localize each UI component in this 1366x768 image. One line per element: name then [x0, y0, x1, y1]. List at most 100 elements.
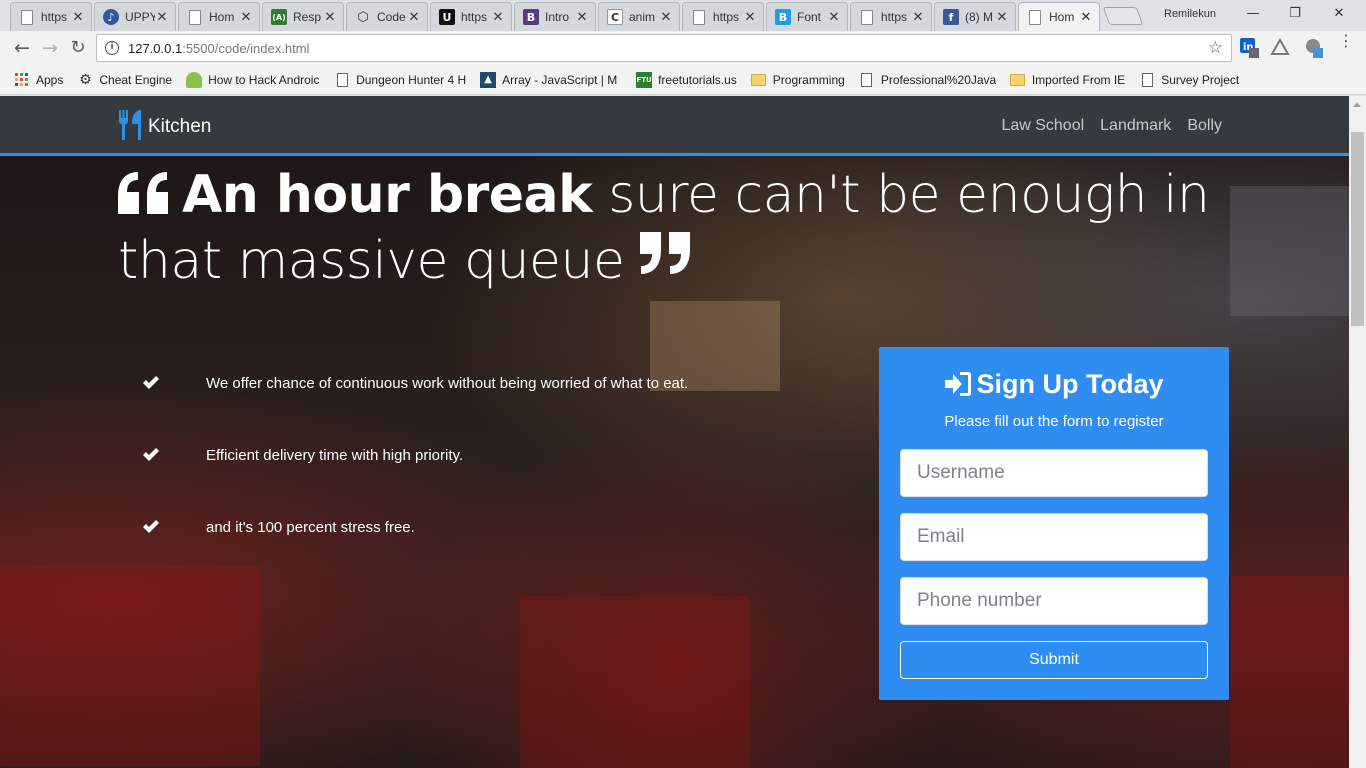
- bookmark-item[interactable]: Dungeon Hunter 4 H: [334, 69, 466, 91]
- hero-headline: An hour break sure can't be enough in th…: [118, 162, 1238, 294]
- bookmark-item[interactable]: Professional%20Java: [859, 69, 996, 91]
- tab[interactable]: ⬡ Code ✕: [346, 2, 428, 31]
- reload-button[interactable]: ↻: [66, 36, 90, 60]
- drive-extension-icon[interactable]: [1270, 37, 1290, 58]
- bookmark-folder[interactable]: Programming: [751, 69, 845, 91]
- tab[interactable]: Hom ✕: [178, 2, 260, 31]
- window-close-button[interactable]: ✕: [1324, 4, 1354, 24]
- page-icon: [334, 72, 350, 88]
- nav-link-law-school[interactable]: Law School: [1001, 117, 1084, 135]
- close-icon[interactable]: ✕: [323, 10, 337, 25]
- close-icon[interactable]: ✕: [575, 10, 589, 25]
- tab-title: UPPY: [125, 10, 155, 24]
- bookmark-label: How to Hack Androic: [208, 72, 320, 87]
- cheat-engine-icon: ⚙: [79, 71, 92, 88]
- close-icon[interactable]: ✕: [659, 10, 673, 25]
- back-button[interactable]: ←: [10, 36, 34, 60]
- nav-link-landmark[interactable]: Landmark: [1100, 117, 1171, 135]
- site-navbar: Kitchen Law School Landmark Bolly: [0, 96, 1349, 156]
- browser-toolbar: ← → ↻ i 127.0.0.1:5500/code/index.html ☆…: [0, 31, 1366, 65]
- tab-title: Intro: [545, 10, 570, 24]
- url-text[interactable]: 127.0.0.1:5500/code/index.html: [128, 41, 309, 56]
- profile-name[interactable]: Remilekun: [1164, 8, 1216, 20]
- scroll-up-arrow[interactable]: [1353, 102, 1361, 107]
- page-viewport: Kitchen Law School Landmark Bolly An hou…: [0, 96, 1349, 768]
- facebook-icon: f: [943, 9, 959, 25]
- close-icon[interactable]: ✕: [491, 10, 505, 25]
- bookmark-item[interactable]: Survey Project: [1139, 69, 1239, 91]
- bookmark-star-icon[interactable]: ☆: [1208, 38, 1223, 58]
- new-tab-button[interactable]: [1102, 7, 1144, 25]
- tab[interactable]: https ✕: [10, 2, 92, 31]
- bookmark-folder[interactable]: Imported From IE: [1010, 69, 1125, 91]
- tab[interactable]: U https ✕: [430, 2, 512, 31]
- quote-right-icon: [640, 232, 691, 274]
- close-icon[interactable]: ✕: [1079, 10, 1093, 25]
- close-icon[interactable]: ✕: [911, 10, 925, 25]
- close-icon[interactable]: ✕: [239, 10, 253, 25]
- close-icon[interactable]: ✕: [407, 10, 421, 25]
- restore-button[interactable]: ❐: [1280, 4, 1310, 24]
- brand[interactable]: Kitchen: [118, 110, 211, 140]
- feature-text: and it's 100 percent stress free.: [206, 518, 415, 536]
- tab-title: Hom: [209, 10, 235, 24]
- bookmark-label: Array - JavaScript | M: [502, 72, 618, 87]
- minimize-button[interactable]: —: [1238, 4, 1268, 24]
- check-icon: [143, 520, 159, 533]
- scroll-thumb[interactable]: [1351, 132, 1364, 326]
- nav-links: Law School Landmark Bolly: [985, 117, 1222, 135]
- bookmark-label: Survey Project: [1161, 72, 1240, 87]
- bookmark-label: Professional%20Java: [880, 72, 996, 87]
- tab[interactable]: ♪ UPPY ✕: [94, 2, 176, 31]
- close-icon[interactable]: ✕: [155, 10, 169, 25]
- page-icon: [1027, 9, 1043, 25]
- tab[interactable]: https ✕: [850, 2, 932, 31]
- url-host: 127.0.0.1: [128, 40, 183, 56]
- close-icon[interactable]: ✕: [995, 10, 1009, 25]
- bookmark-label: Apps: [36, 72, 64, 87]
- close-icon[interactable]: ✕: [827, 10, 841, 25]
- utensils-icon: [119, 110, 141, 140]
- close-icon[interactable]: ✕: [743, 10, 757, 25]
- android-head-icon: [186, 71, 203, 88]
- info-icon[interactable]: i: [105, 41, 119, 55]
- phone-input[interactable]: [900, 577, 1208, 625]
- b-icon: B: [775, 9, 791, 25]
- close-icon[interactable]: ✕: [71, 10, 85, 25]
- tab[interactable]: (A) Resp ✕: [262, 2, 344, 31]
- bookmark-item[interactable]: FTU freetutorials.us: [636, 69, 737, 91]
- extension-icon[interactable]: [1304, 38, 1324, 58]
- bookmark-item[interactable]: How to Hack Androic: [186, 69, 320, 91]
- feature-text: We offer chance of continuous work witho…: [206, 374, 689, 392]
- bookmarks-bar: Apps ⚙ Cheat Engine How to Hack Androic …: [0, 65, 1366, 95]
- page-scrollbar[interactable]: [1349, 96, 1366, 768]
- tab[interactable]: B Intro ✕: [514, 2, 596, 31]
- folder-icon: [1010, 72, 1026, 88]
- bookmark-item[interactable]: ▲ Array - JavaScript | M: [480, 69, 622, 91]
- linkedin-extension-icon[interactable]: in: [1240, 38, 1260, 58]
- tab-active[interactable]: Hom ✕: [1018, 2, 1100, 31]
- tab[interactable]: f (8) M ✕: [934, 2, 1016, 31]
- url-path: :5500/code/index.html: [182, 40, 310, 56]
- bookmark-label: Imported From IE: [1031, 72, 1126, 87]
- nav-link-bolly[interactable]: Bolly: [1187, 117, 1222, 135]
- quote-left-icon: [118, 172, 168, 214]
- c-icon: C: [607, 9, 623, 25]
- tab[interactable]: C anim ✕: [598, 2, 680, 31]
- menu-icon[interactable]: ⋮: [1338, 33, 1354, 49]
- bookmark-apps[interactable]: Apps: [14, 69, 63, 91]
- tab-title: anim: [629, 10, 656, 24]
- submit-button[interactable]: Submit: [900, 641, 1208, 679]
- page-icon: [187, 9, 203, 25]
- tab[interactable]: https ✕: [682, 2, 764, 31]
- page-icon: [859, 9, 875, 25]
- ftu-icon: FTU: [636, 71, 653, 88]
- tab[interactable]: B Font ✕: [766, 2, 848, 31]
- email-input[interactable]: [900, 513, 1208, 561]
- feature-item: We offer chance of continuous work witho…: [142, 371, 688, 395]
- bookmark-item[interactable]: ⚙ Cheat Engine: [77, 69, 172, 91]
- address-bar[interactable]: i 127.0.0.1:5500/code/index.html ☆: [96, 34, 1232, 62]
- forward-button[interactable]: →: [38, 36, 62, 60]
- sign-in-icon: [944, 372, 971, 396]
- username-input[interactable]: [900, 449, 1208, 497]
